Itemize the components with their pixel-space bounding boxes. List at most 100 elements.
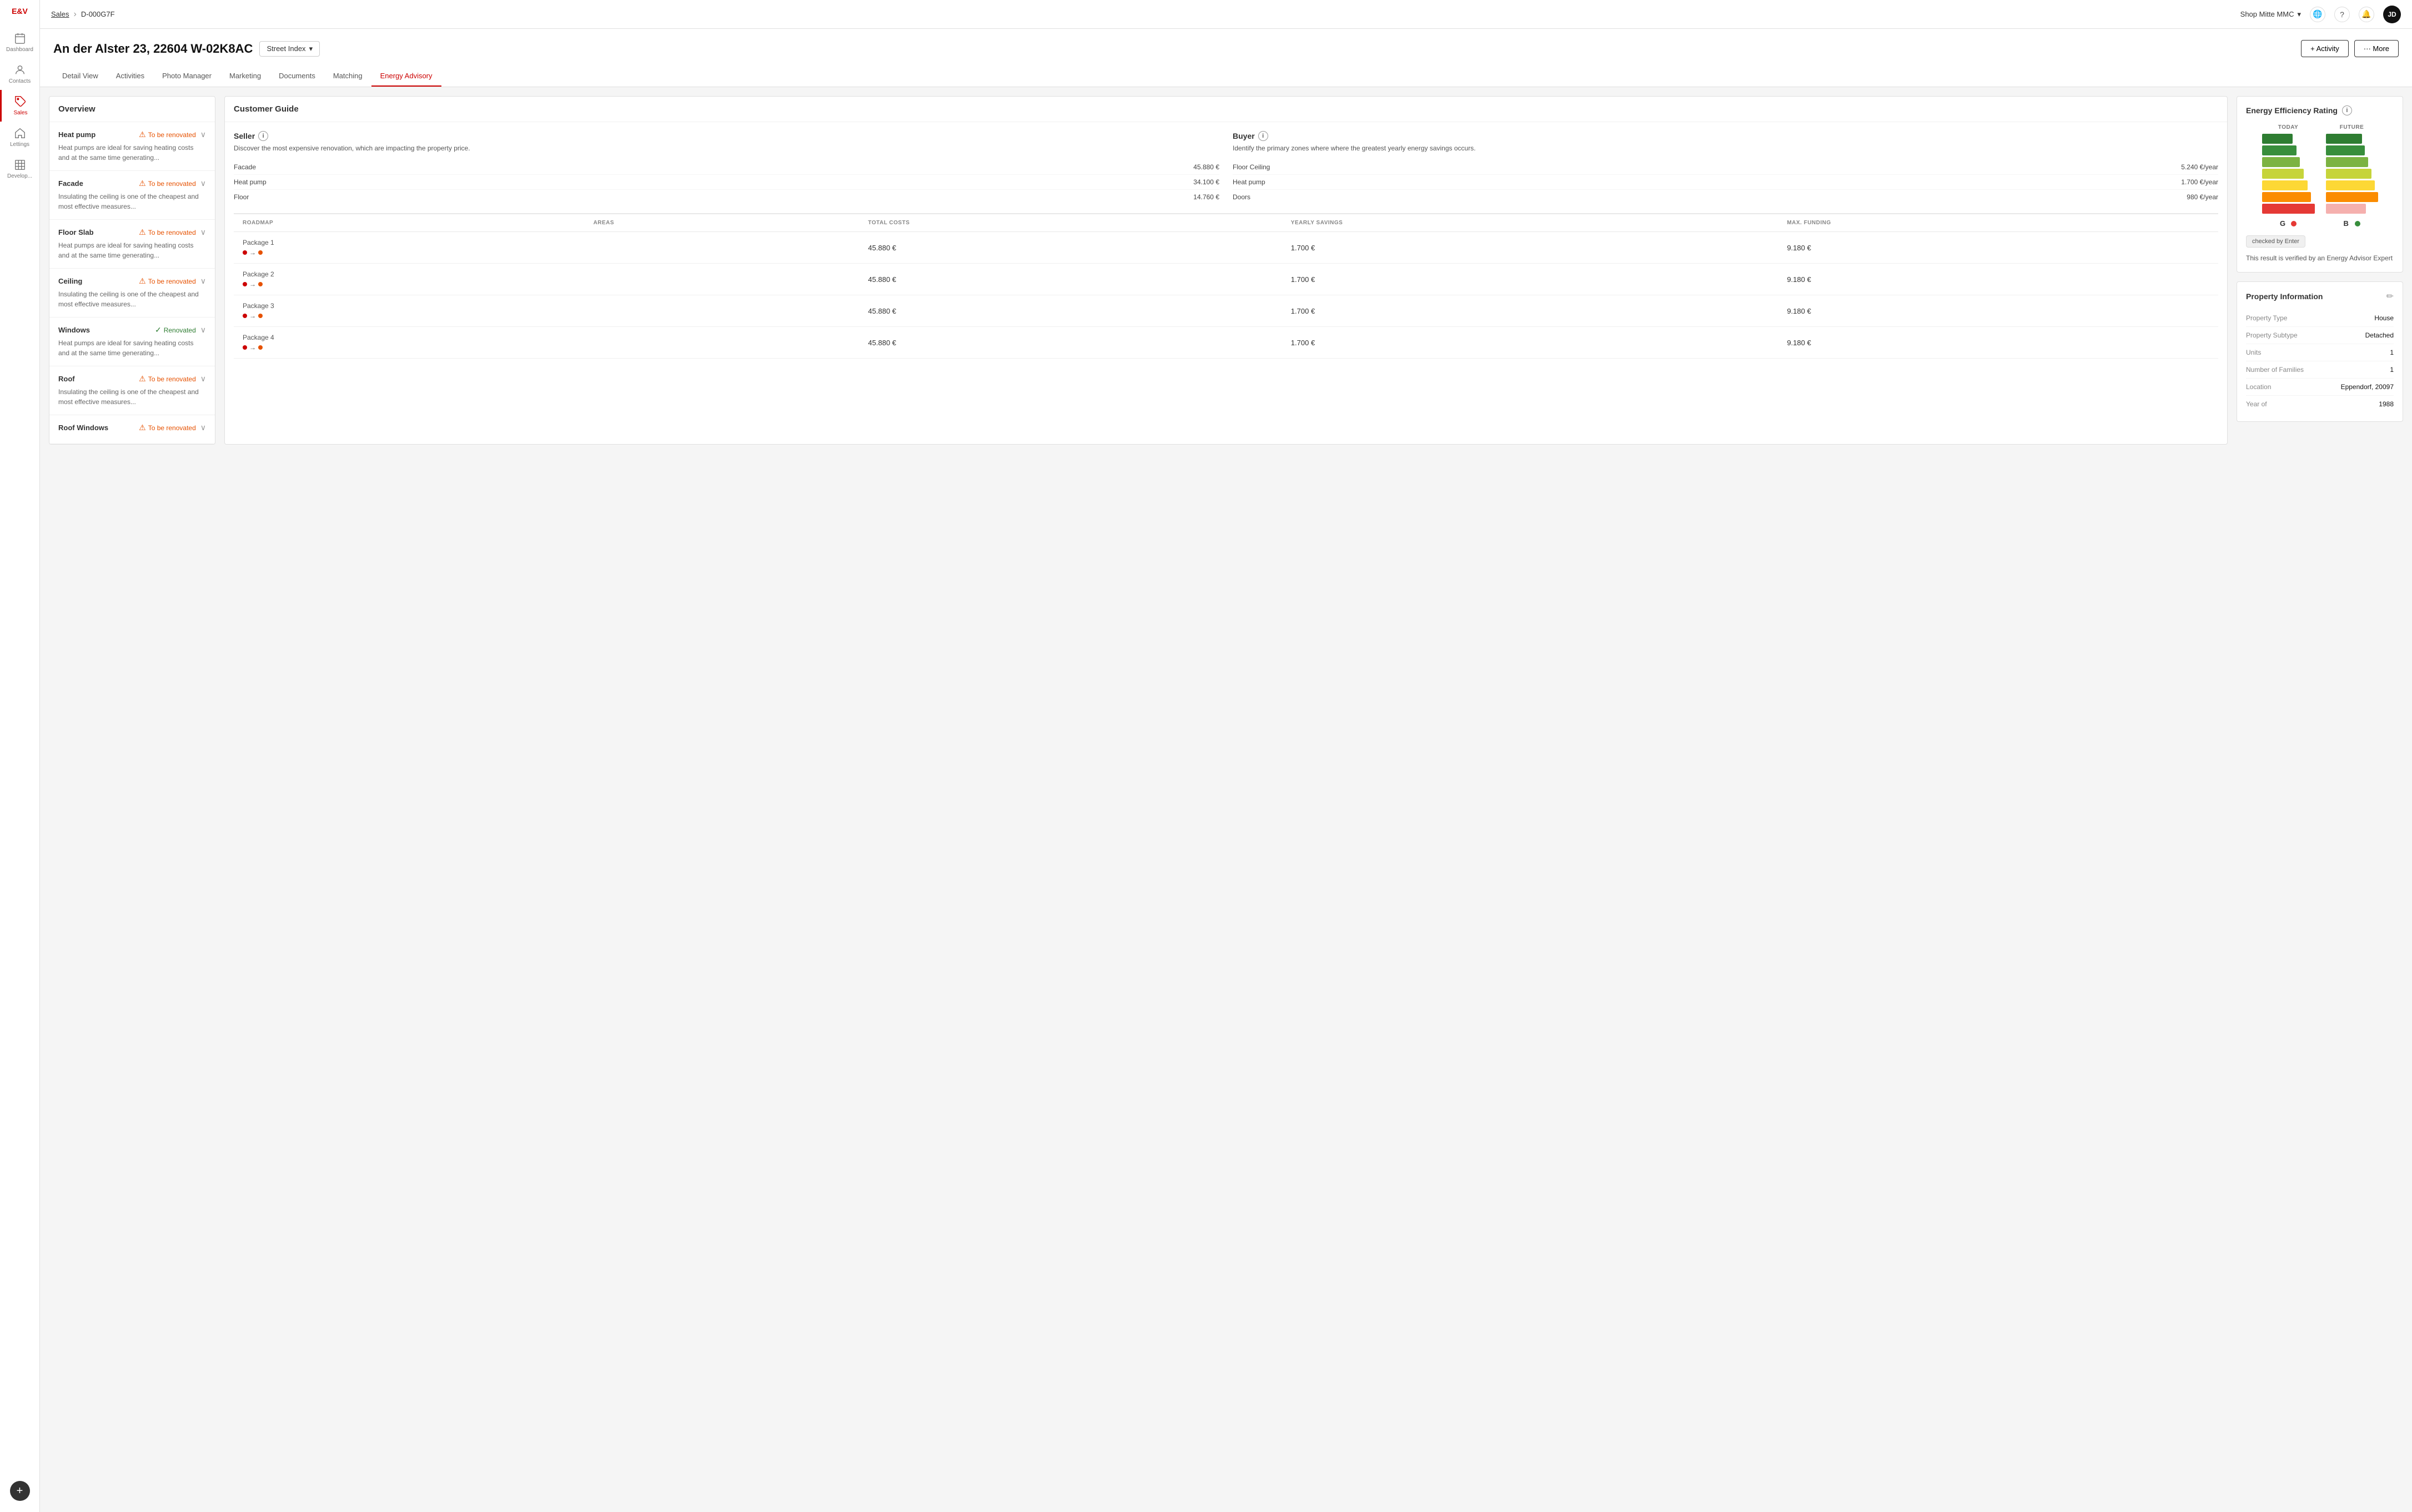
cell-total: 45.880 € bbox=[859, 295, 1282, 327]
item-right: ⚠ To be renovated ∨ bbox=[139, 374, 206, 384]
chevron-down-icon[interactable]: ∨ bbox=[200, 179, 206, 188]
prop-label: Location bbox=[2246, 383, 2271, 391]
sidebar-logo: E&V bbox=[12, 7, 28, 16]
future-bar bbox=[2326, 169, 2371, 179]
seller-column: Seller i Discover the most expensive ren… bbox=[234, 131, 1219, 204]
roadmap-body: Package 1 → 45.880 € 1.700 € 9.180 € Pac… bbox=[234, 232, 2218, 359]
chevron-down-icon[interactable]: ∨ bbox=[200, 374, 206, 384]
notifications-icon[interactable]: 🔔 bbox=[2359, 7, 2374, 22]
street-index-button[interactable]: Street Index ▾ bbox=[259, 41, 320, 57]
tab-energy-advisory[interactable]: Energy Advisory bbox=[371, 66, 441, 87]
tab-documents[interactable]: Documents bbox=[270, 66, 324, 87]
item-desc: Heat pumps are ideal for saving heating … bbox=[58, 338, 206, 358]
cell-funding: 9.180 € bbox=[1778, 264, 2218, 295]
checked-badge: checked by Enter bbox=[2246, 235, 2305, 248]
shop-selector[interactable]: Shop Mitte MMC ▾ bbox=[2240, 10, 2301, 19]
warning-icon: ⚠ bbox=[139, 130, 146, 139]
cell-yearly: 1.700 € bbox=[1282, 264, 1778, 295]
breadcrumb: Sales › D-000G7F bbox=[51, 9, 115, 19]
chevron-down-icon[interactable]: ∨ bbox=[200, 423, 206, 432]
today-dot bbox=[2291, 221, 2297, 226]
tab-nav: Detail View Activities Photo Manager Mar… bbox=[53, 66, 2399, 87]
sidebar-item-lettings[interactable]: Lettings bbox=[0, 122, 39, 153]
chevron-down-icon[interactable]: ∨ bbox=[200, 228, 206, 237]
buyer-info-icon[interactable]: i bbox=[1258, 131, 1268, 141]
check-icon: ✓ bbox=[155, 325, 162, 335]
sidebar-item-develop[interactable]: Develop... bbox=[0, 153, 39, 185]
tab-photo-manager[interactable]: Photo Manager bbox=[153, 66, 220, 87]
today-col: TODAY G bbox=[2262, 124, 2315, 228]
item-right: ⚠ To be renovated ∨ bbox=[139, 276, 206, 286]
item-header: Roof ⚠ To be renovated ∨ bbox=[58, 374, 206, 384]
today-bar bbox=[2262, 180, 2308, 190]
table-row: Package 4 → 45.880 € 1.700 € 9.180 € bbox=[234, 327, 2218, 359]
cell-roadmap: Package 1 → bbox=[234, 232, 585, 264]
warning-icon: ⚠ bbox=[139, 423, 146, 432]
table-row: Package 2 → 45.880 € 1.700 € 9.180 € bbox=[234, 264, 2218, 295]
main-area: Sales › D-000G7F Shop Mitte MMC ▾ 🌐 ? 🔔 … bbox=[40, 0, 2412, 1512]
cell-roadmap: Package 3 → bbox=[234, 295, 585, 327]
buyer-desc: Identify the primary zones where where t… bbox=[1233, 143, 2218, 153]
item-right: ⚠ To be renovated ∨ bbox=[139, 179, 206, 188]
seller-row-label: Heat pump bbox=[234, 178, 267, 186]
chevron-down-icon[interactable]: ∨ bbox=[200, 130, 206, 139]
building-icon bbox=[14, 159, 26, 171]
breadcrumb-sales[interactable]: Sales bbox=[51, 10, 69, 18]
rating-bar-row bbox=[2326, 169, 2378, 179]
today-bar bbox=[2262, 157, 2300, 167]
item-title: Ceiling bbox=[58, 277, 82, 285]
from-dot bbox=[243, 282, 247, 286]
energy-rating-title: Energy Efficiency Rating i bbox=[2246, 105, 2394, 115]
seller-row: Facade45.880 € bbox=[234, 160, 1219, 174]
avatar[interactable]: JD bbox=[2383, 6, 2401, 23]
seller-info-icon[interactable]: i bbox=[258, 131, 268, 141]
breadcrumb-current: D-000G7F bbox=[81, 10, 115, 18]
tab-matching[interactable]: Matching bbox=[324, 66, 371, 87]
seller-row-value: 45.880 € bbox=[1193, 163, 1219, 171]
item-title: Roof bbox=[58, 375, 75, 383]
buyer-row-label: Floor Ceiling bbox=[1233, 163, 1270, 171]
cell-yearly: 1.700 € bbox=[1282, 327, 1778, 359]
table-row: Package 1 → 45.880 € 1.700 € 9.180 € bbox=[234, 232, 2218, 264]
prop-value: 1988 bbox=[2379, 400, 2394, 408]
right-column: Energy Efficiency Rating i TODAY G bbox=[2237, 96, 2403, 445]
tab-activities[interactable]: Activities bbox=[107, 66, 153, 87]
add-button[interactable]: + bbox=[10, 1481, 30, 1501]
item-header: Floor Slab ⚠ To be renovated ∨ bbox=[58, 228, 206, 237]
rating-bar-row bbox=[2262, 157, 2315, 167]
chevron-down-icon[interactable]: ∨ bbox=[200, 325, 206, 335]
sidebar-item-contacts[interactable]: Contacts bbox=[0, 58, 39, 90]
future-bar bbox=[2326, 192, 2378, 202]
property-row: Units1 bbox=[2246, 344, 2394, 361]
prop-label: Property Subtype bbox=[2246, 331, 2298, 339]
rating-bar-row bbox=[2326, 157, 2378, 167]
item-header: Ceiling ⚠ To be renovated ∨ bbox=[58, 276, 206, 286]
buyer-row: Heat pump1.700 €/year bbox=[1233, 174, 2218, 189]
chevron-down-icon[interactable]: ∨ bbox=[200, 276, 206, 286]
seller-row-label: Floor bbox=[234, 193, 249, 201]
sidebar-item-dashboard[interactable]: Dashboard bbox=[0, 27, 39, 58]
rating-columns: TODAY G FUTURE bbox=[2246, 124, 2394, 228]
edit-icon[interactable]: ✏ bbox=[2386, 291, 2394, 302]
overview-panel: Overview Heat pump ⚠ To be renovated ∨ H… bbox=[49, 96, 215, 445]
energy-rating-info-icon[interactable]: i bbox=[2342, 105, 2352, 115]
item-header: Facade ⚠ To be renovated ∨ bbox=[58, 179, 206, 188]
item-desc: Insulating the ceiling is one of the che… bbox=[58, 191, 206, 211]
tab-marketing[interactable]: Marketing bbox=[220, 66, 270, 87]
cell-areas bbox=[585, 327, 860, 359]
language-icon[interactable]: 🌐 bbox=[2310, 7, 2325, 22]
activity-button[interactable]: + Activity bbox=[2301, 40, 2349, 57]
cell-areas bbox=[585, 232, 860, 264]
sidebar-item-sales[interactable]: Sales bbox=[0, 90, 39, 122]
verified-text: This result is verified by an Energy Adv… bbox=[2246, 253, 2394, 263]
tab-detail-view[interactable]: Detail View bbox=[53, 66, 107, 87]
help-icon[interactable]: ? bbox=[2334, 7, 2350, 22]
item-desc: Insulating the ceiling is one of the che… bbox=[58, 387, 206, 407]
more-button[interactable]: ··· More bbox=[2354, 40, 2399, 57]
checked-section: checked by Enter This result is verified… bbox=[2246, 235, 2394, 263]
buyer-column: Buyer i Identify the primary zones where… bbox=[1233, 131, 2218, 204]
to-dot bbox=[258, 345, 263, 350]
rating-panel: Energy Efficiency Rating i TODAY G bbox=[2237, 97, 2403, 272]
arrow-icon: → bbox=[249, 280, 256, 288]
rating-bar-row bbox=[2326, 134, 2378, 144]
